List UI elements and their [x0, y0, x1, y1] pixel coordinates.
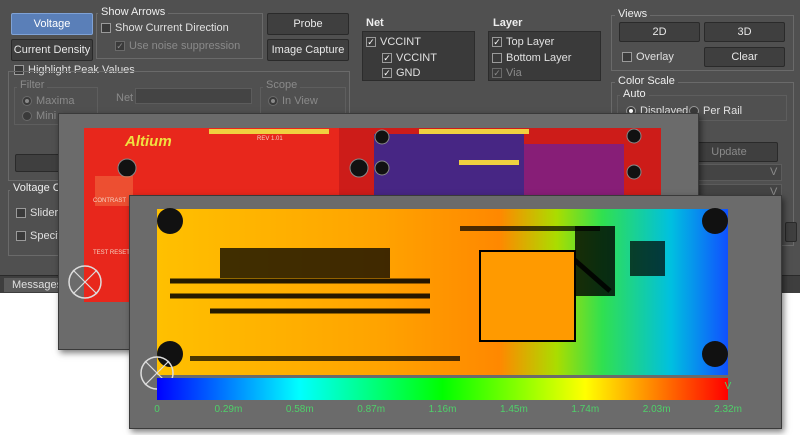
view-3d-button[interactable]: 3D	[704, 22, 785, 42]
overlay-checkbox[interactable]	[622, 52, 632, 62]
scale-tick-label: 0.87m	[357, 404, 386, 415]
scale-tick-label: 1.45m	[499, 404, 528, 415]
mounting-hole	[702, 341, 728, 367]
minima-label: Mini	[36, 110, 57, 122]
net-filter-label: Net	[116, 92, 134, 104]
mounting-hole	[117, 158, 137, 178]
layer-item-checkbox[interactable]: ✓	[492, 37, 502, 47]
probe-button[interactable]: Probe	[267, 13, 349, 35]
clear-button[interactable]: Clear	[704, 47, 785, 67]
scope-title: Scope	[263, 79, 301, 91]
layer-item-checkbox[interactable]	[492, 53, 502, 63]
pcb-logo: Altium	[124, 133, 172, 150]
slider-checkbox[interactable]	[16, 208, 26, 218]
pcb-label-revision: REV 1.01	[257, 136, 283, 142]
layer-item-label: Top Layer	[506, 36, 555, 48]
maxima-radio[interactable]	[22, 96, 32, 106]
net-item-checkbox[interactable]: ✓	[382, 68, 392, 78]
color-scale-title: Color Scale	[615, 75, 678, 87]
scale-tick-label: 0.58m	[285, 404, 314, 415]
overlay-label: Overlay	[636, 51, 674, 63]
voltage-map-chip	[479, 250, 576, 342]
net-item-label: GND	[396, 67, 421, 79]
scale-tick-label: 2.32m	[714, 404, 742, 415]
filter-title: Filter	[17, 79, 48, 91]
show-current-direction-option[interactable]: Show Current Direction	[101, 22, 229, 34]
scale-tick-label: 0.29m	[214, 404, 243, 415]
voltage-map-component	[220, 248, 390, 278]
show-current-direction-checkbox[interactable]	[101, 23, 111, 33]
image-capture-button[interactable]: Image Capture	[267, 39, 349, 61]
in-view-option[interactable]: In View	[268, 95, 318, 107]
auto-title: Auto	[620, 88, 649, 100]
layer-item-bottom[interactable]: Bottom Layer	[492, 52, 571, 64]
voltage-map-component	[630, 241, 665, 276]
mounting-hole	[374, 129, 390, 145]
mounting-hole	[626, 164, 642, 180]
specific-option[interactable]: Specifi	[16, 230, 63, 242]
current-density-button[interactable]: Current Density	[11, 39, 93, 61]
slider-option[interactable]: Slider	[16, 207, 58, 219]
mounting-hole	[702, 208, 728, 234]
net-item-vccint-1[interactable]: ✓ VCCINT	[366, 36, 421, 48]
per-rail-label: Per Rail	[703, 105, 743, 117]
slider-label: Slider	[30, 207, 59, 219]
voltage-map-view	[140, 208, 728, 400]
scale-max-unit: V	[770, 166, 778, 178]
scale-tick-label: 1.74m	[571, 404, 600, 415]
pcb-label-contrast: CONTRAST	[93, 198, 126, 204]
minima-option[interactable]: Mini	[22, 110, 56, 122]
pcb-label-test-reset: TEST RESET	[93, 250, 130, 256]
mounting-hole	[626, 128, 642, 144]
scale-unit-label: V	[724, 381, 732, 392]
overlay-option[interactable]: Overlay	[622, 51, 674, 63]
net-item-gnd[interactable]: ✓ GND	[382, 67, 420, 79]
layer-item-checkbox[interactable]: ✓	[492, 68, 502, 78]
specific-checkbox[interactable]	[16, 231, 26, 241]
noise-suppression-checkbox[interactable]: ✓	[115, 41, 125, 51]
mounting-hole	[374, 160, 390, 176]
layer-title: Layer	[493, 17, 523, 29]
voltage-map-window[interactable]: V 0 0.29m 0.58m 0.87m 1.16m 1.45m 1.74m 2.03m 2.…	[129, 195, 782, 429]
view-2d-button[interactable]: 2D	[619, 22, 700, 42]
scale-tick-label: 2.03m	[642, 404, 671, 415]
net-item-checkbox[interactable]: ✓	[382, 53, 392, 63]
layer-item-via[interactable]: ✓ Via	[492, 67, 522, 79]
layer-item-label: Bottom Layer	[506, 52, 572, 64]
show-arrows-group	[96, 13, 263, 59]
scale-tick-label: 1.16m	[428, 404, 457, 415]
color-scale-side-button[interactable]	[785, 222, 797, 242]
mounting-hole	[157, 208, 183, 234]
net-item-label: VCCINT	[380, 36, 421, 48]
net-filter-input[interactable]	[135, 88, 252, 104]
in-view-radio[interactable]	[268, 96, 278, 106]
noise-suppression-option[interactable]: ✓ Use noise suppression	[115, 40, 240, 52]
layer-item-label: Via	[506, 67, 522, 79]
layer-item-top[interactable]: ✓ Top Layer	[492, 36, 554, 48]
pcb-trace-region	[524, 144, 624, 199]
net-item-vccint-2[interactable]: ✓ VCCINT	[382, 52, 437, 64]
in-view-label: In View	[282, 95, 318, 107]
scale-tick-label: 0	[154, 404, 160, 415]
pcb-trace-region	[374, 134, 524, 200]
net-title: Net	[366, 17, 384, 29]
net-item-checkbox[interactable]: ✓	[366, 37, 376, 47]
net-item-label: VCCINT	[396, 52, 437, 64]
maxima-label: Maxima	[36, 95, 75, 107]
color-scale-bar	[157, 378, 728, 400]
minima-radio[interactable]	[22, 111, 32, 121]
mounting-hole	[349, 158, 369, 178]
noise-suppression-label: Use noise suppression	[129, 40, 241, 52]
show-arrows-title: Show Arrows	[98, 6, 169, 18]
maxima-option[interactable]: Maxima	[22, 95, 75, 107]
voltage-map-board	[157, 209, 728, 375]
show-current-direction-label: Show Current Direction	[115, 22, 229, 34]
voltage-map-component	[575, 226, 615, 296]
views-title: Views	[615, 8, 651, 20]
voltage-button[interactable]: Voltage	[11, 13, 93, 35]
